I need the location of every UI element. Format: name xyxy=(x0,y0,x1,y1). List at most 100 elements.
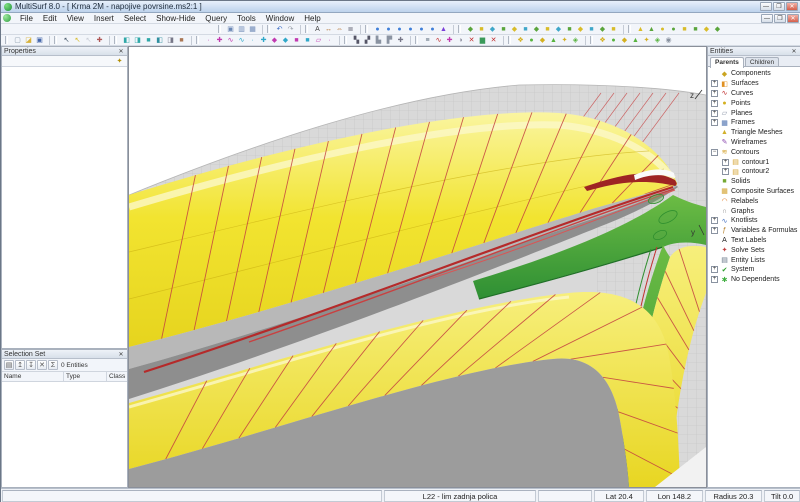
data-table-icon[interactable]: ▦ xyxy=(247,24,258,34)
tree-item-planes[interactable]: +▱Planes xyxy=(708,108,800,118)
select-arrow-icon[interactable]: ↖ xyxy=(61,35,72,45)
snap-surface-icon[interactable]: ◆ xyxy=(619,35,630,45)
minimize-button[interactable]: — xyxy=(760,2,772,11)
mesh-tool-icon[interactable]: ■ xyxy=(679,24,690,34)
mesh-tool-icon[interactable]: ● xyxy=(657,24,668,34)
viewport-3d[interactable]: z y xyxy=(128,46,707,488)
surface-tool-icon[interactable]: ■ xyxy=(476,24,487,34)
blank-entity-icon[interactable]: ◨ xyxy=(165,35,176,45)
snap-curve-icon[interactable]: ● xyxy=(608,35,619,45)
measure-horizontal-icon[interactable]: ↔ xyxy=(323,24,334,34)
close-button[interactable]: ✕ xyxy=(786,2,798,11)
surface-tool-icon[interactable]: ◆ xyxy=(575,24,586,34)
surface-tool-icon[interactable]: ■ xyxy=(542,24,553,34)
tree-item-triangle-meshes[interactable]: ▲Triangle Meshes xyxy=(708,128,800,138)
column-class[interactable]: Class xyxy=(107,372,127,381)
selset-move-down-icon[interactable]: ↧ xyxy=(26,360,36,370)
tree-item-points[interactable]: +●Points xyxy=(708,98,800,108)
tree-item-contours[interactable]: −≋Contours xyxy=(708,147,800,157)
tree-item-no-dependents[interactable]: +✱No Dependents xyxy=(708,275,800,285)
create-point-icon[interactable]: ✚ xyxy=(214,35,225,45)
selset-move-up-icon[interactable]: ↥ xyxy=(15,360,25,370)
mdi-close-button[interactable]: ✕ xyxy=(787,14,799,23)
view-bottom-icon[interactable]: ● xyxy=(405,24,416,34)
collapse-minus-icon[interactable]: − xyxy=(711,149,718,156)
view-right-icon[interactable]: ● xyxy=(427,24,438,34)
menu-help[interactable]: Help xyxy=(299,13,325,24)
edit-all-icon[interactable]: ✚ xyxy=(395,35,406,45)
cascade-windows-icon[interactable]: ▣ xyxy=(225,24,236,34)
create-point-icon[interactable]: ∙ xyxy=(203,35,214,45)
check-surface-icon[interactable]: ✚ xyxy=(444,35,455,45)
menu-show-hide[interactable]: Show-Hide xyxy=(151,13,200,24)
tile-windows-icon[interactable]: ▥ xyxy=(236,24,247,34)
view-top-icon[interactable]: ● xyxy=(394,24,405,34)
create-curve-icon[interactable]: ∙ xyxy=(247,35,258,45)
tree-item-components[interactable]: ◆Components xyxy=(708,69,800,79)
expand-plus-icon[interactable]: + xyxy=(722,159,729,166)
select-remove-icon[interactable]: ↖ xyxy=(83,35,94,45)
save-icon[interactable]: ▣ xyxy=(34,35,45,45)
expand-plus-icon[interactable]: + xyxy=(711,100,718,107)
select-add-icon[interactable]: ↖ xyxy=(72,35,83,45)
show-entity-icon[interactable]: ◧ xyxy=(121,35,132,45)
tree-item-system[interactable]: +✔System xyxy=(708,265,800,275)
menu-view[interactable]: View xyxy=(62,13,89,24)
create-plane-icon[interactable]: ▱ xyxy=(313,35,324,45)
surface-tool-icon[interactable]: ◆ xyxy=(487,24,498,34)
tree-item-composite-surfaces[interactable]: ▦Composite Surfaces xyxy=(708,187,800,197)
unblank-entity-icon[interactable]: ■ xyxy=(176,35,187,45)
undo-icon[interactable]: ↶ xyxy=(274,24,285,34)
expand-plus-icon[interactable]: + xyxy=(711,119,718,126)
check-curve-icon[interactable]: ∿ xyxy=(433,35,444,45)
restore-button[interactable]: ❐ xyxy=(773,2,785,11)
snap-toggle-icon[interactable]: ◉ xyxy=(663,35,674,45)
tree-item-variables-formulas[interactable]: +ƒVariables & Formulas xyxy=(708,226,800,236)
tree-item-relabels[interactable]: ◠Relabels xyxy=(708,196,800,206)
column-type[interactable]: Type xyxy=(64,372,107,381)
create-surface-icon[interactable]: ✚ xyxy=(258,35,269,45)
menu-window[interactable]: Window xyxy=(261,13,299,24)
selset-list-icon[interactable]: ▤ xyxy=(4,360,14,370)
tab-children[interactable]: Children xyxy=(745,57,779,66)
hide-entity-icon[interactable]: ◨ xyxy=(132,35,143,45)
selection-set-close-icon[interactable]: ✕ xyxy=(117,351,125,358)
redo-icon[interactable]: ↷ xyxy=(285,24,296,34)
tree-item-solids[interactable]: ■Solids xyxy=(708,177,800,187)
create-surface-icon[interactable]: ◆ xyxy=(280,35,291,45)
surface-tool-icon[interactable]: ■ xyxy=(608,24,619,34)
edit-points-icon[interactable]: ▙ xyxy=(373,35,384,45)
create-curve-icon[interactable]: ∿ xyxy=(225,35,236,45)
error-icon[interactable]: ✕ xyxy=(488,35,499,45)
open-file-icon[interactable]: ◪ xyxy=(23,35,34,45)
tree-item-text-labels[interactable]: AText Labels xyxy=(708,236,800,246)
surface-tool-icon[interactable]: ■ xyxy=(586,24,597,34)
snap-mid-icon[interactable]: ✦ xyxy=(641,35,652,45)
snap-curve-icon[interactable]: ● xyxy=(526,35,537,45)
view-front-icon[interactable]: ● xyxy=(372,24,383,34)
list-entities-icon[interactable]: ≡ xyxy=(422,35,433,45)
column-name[interactable]: Name xyxy=(2,372,64,381)
snap-surface-icon[interactable]: ◆ xyxy=(537,35,548,45)
expand-plus-icon[interactable]: + xyxy=(711,266,718,273)
report-list-icon[interactable]: ≣ xyxy=(345,24,356,34)
create-frame-icon[interactable]: ∙ xyxy=(324,35,335,45)
edit-curve-icon[interactable]: ▛ xyxy=(384,35,395,45)
mesh-tool-icon[interactable]: ◆ xyxy=(701,24,712,34)
measure-offset-icon[interactable]: ⇔ xyxy=(334,24,345,34)
menu-query[interactable]: Query xyxy=(200,13,232,24)
new-file-icon[interactable]: ▢ xyxy=(12,35,23,45)
tree-item-wireframes[interactable]: ✎Wireframes xyxy=(708,138,800,148)
mesh-tool-icon[interactable]: ● xyxy=(668,24,679,34)
view-perspective-icon[interactable]: ▲ xyxy=(438,24,449,34)
tree-item-curves[interactable]: +∿Curves xyxy=(708,89,800,99)
tab-parents[interactable]: Parents xyxy=(710,57,744,68)
expand-plus-icon[interactable]: + xyxy=(711,90,718,97)
tree-item-graphs[interactable]: ∩Graphs xyxy=(708,206,800,216)
view-left-icon[interactable]: ● xyxy=(416,24,427,34)
surface-tool-icon[interactable]: ■ xyxy=(564,24,575,34)
snap-end-icon[interactable]: ◈ xyxy=(570,35,581,45)
surface-tool-icon[interactable]: ■ xyxy=(498,24,509,34)
mesh-tool-icon[interactable]: ▲ xyxy=(635,24,646,34)
surface-tool-icon[interactable]: ◆ xyxy=(531,24,542,34)
